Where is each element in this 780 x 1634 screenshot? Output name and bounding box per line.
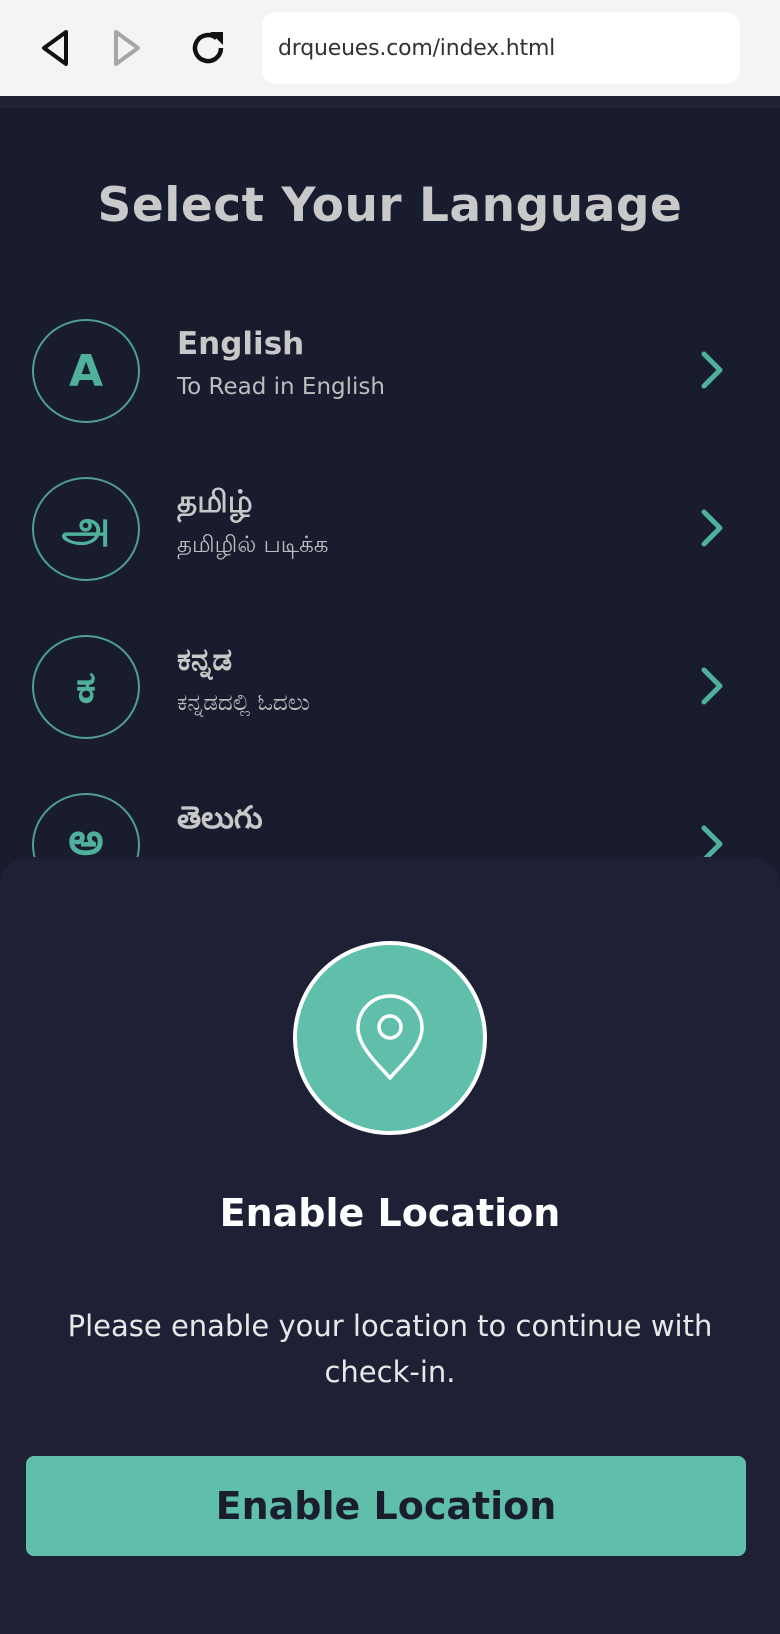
forward-arrow-icon[interactable] bbox=[100, 22, 152, 74]
enable-location-button[interactable]: Enable Location bbox=[26, 1456, 746, 1556]
toolbar-divider bbox=[0, 96, 780, 108]
back-arrow-icon[interactable] bbox=[30, 22, 82, 74]
language-subtitle: தமிழில் படிக்க bbox=[177, 532, 329, 558]
location-pin-icon bbox=[293, 941, 487, 1135]
language-name: తెలుగు bbox=[177, 800, 263, 836]
browser-toolbar: drqueues.com/index.html bbox=[0, 0, 780, 96]
chevron-right-icon bbox=[701, 509, 723, 547]
language-subtitle: To Read in English bbox=[177, 374, 385, 400]
language-name: English bbox=[177, 326, 305, 362]
language-name: தமிழ் bbox=[177, 484, 253, 520]
sheet-title: Enable Location bbox=[219, 1191, 561, 1235]
language-item-english[interactable]: A English To Read in English bbox=[0, 308, 780, 438]
sheet-message: Please enable your location to continue … bbox=[67, 1309, 713, 1389]
chevron-right-icon bbox=[701, 351, 723, 389]
language-glyph: அ bbox=[32, 477, 140, 581]
page-title: Select Your Language bbox=[97, 178, 683, 233]
language-glyph: A bbox=[32, 319, 140, 423]
language-subtitle: ಕನ್ನಡದಲ್ಲಿ ಓದಲು bbox=[177, 690, 310, 716]
address-bar[interactable]: drqueues.com/index.html bbox=[262, 12, 740, 84]
language-name: ಕನ್ನಡ bbox=[177, 642, 233, 678]
location-bottom-sheet: Enable Location Please enable your locat… bbox=[0, 857, 780, 1634]
chevron-right-icon bbox=[701, 667, 723, 705]
language-item-kannada[interactable]: ಕ ಕನ್ನಡ ಕನ್ನಡದಲ್ಲಿ ಓದಲು bbox=[0, 624, 780, 754]
language-item-tamil[interactable]: அ தமிழ் தமிழில் படிக்க bbox=[0, 466, 780, 596]
reload-icon[interactable] bbox=[182, 22, 234, 74]
language-glyph: ಕ bbox=[32, 635, 140, 739]
